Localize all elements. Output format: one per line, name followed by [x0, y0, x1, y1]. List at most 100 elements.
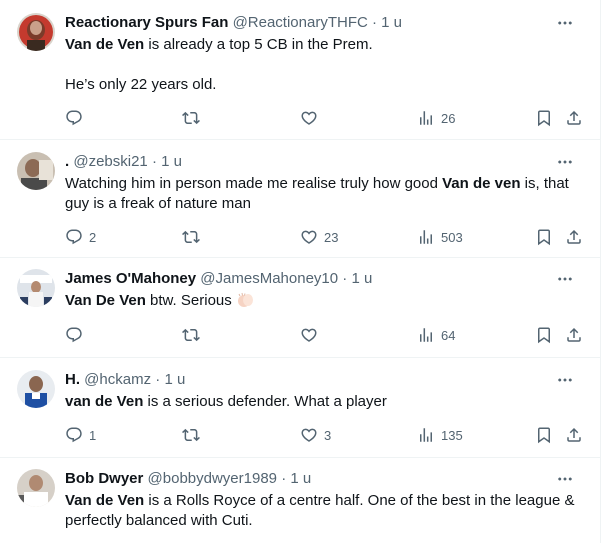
separator-dot: ·	[281, 470, 287, 487]
views-button[interactable]: 135	[417, 424, 463, 446]
share-button[interactable]	[565, 424, 583, 446]
reply-button[interactable]: 2	[65, 226, 96, 248]
tweet-header: H. @hckamz · 1 u	[65, 371, 580, 389]
tweet-hckamz[interactable]: H. @hckamz · 1 u van de Ven is a serious…	[0, 358, 600, 458]
retweet-button[interactable]	[182, 107, 206, 129]
bookmark-button[interactable]	[535, 424, 553, 446]
avatar[interactable]	[17, 269, 55, 307]
display-name[interactable]: Bob Dwyer	[65, 470, 143, 487]
user-handle[interactable]: @zebski21	[73, 153, 147, 170]
view-count: 135	[441, 427, 463, 443]
display-name[interactable]: H.	[65, 371, 80, 388]
retweet-icon	[182, 326, 200, 344]
like-button[interactable]	[300, 324, 324, 346]
avatar[interactable]	[17, 13, 55, 51]
share-button[interactable]	[565, 324, 583, 346]
timestamp[interactable]: 1 u	[381, 14, 402, 31]
reply-count: 1	[89, 427, 97, 443]
action-bar: 1 3 135	[65, 424, 585, 446]
text-fragment: is a Rolls Royce of a centre half. One o…	[144, 492, 575, 509]
action-bar: 2 23 503	[65, 226, 585, 248]
views-button[interactable]: 64	[417, 324, 455, 346]
avatar[interactable]	[17, 469, 55, 507]
text-fragment: is already a top 5 CB in the Prem.	[144, 36, 373, 53]
more-icon[interactable]	[556, 470, 574, 488]
tweet-zebski[interactable]: . @zebski21 · 1 u Watching him in person…	[0, 140, 600, 258]
separator-dot: ·	[151, 153, 157, 170]
text-line: He’s only 22 years old.	[65, 76, 217, 93]
views-button[interactable]: 503	[417, 226, 463, 248]
bookmark-icon	[535, 109, 553, 127]
action-bar: 26	[65, 107, 585, 129]
share-button[interactable]	[565, 226, 583, 248]
tweet-text: Van de Ven is already a top 5 CB in the …	[65, 35, 580, 95]
timestamp[interactable]: 1 u	[161, 153, 182, 170]
user-handle[interactable]: @JamesMahoney10	[200, 270, 338, 287]
reply-icon	[65, 228, 83, 246]
like-button[interactable]: 23	[300, 226, 338, 248]
timestamp[interactable]: 1 u	[290, 470, 311, 487]
view-count: 26	[441, 110, 456, 126]
tweet-jamesmahoney[interactable]: James O'Mahoney @JamesMahoney10 · 1 u Va…	[0, 258, 600, 358]
heart-icon	[300, 426, 318, 444]
tweet-header: Bob Dwyer @bobbydwyer1989 · 1 u	[65, 470, 580, 488]
mention-text: van de Ven	[65, 393, 144, 410]
more-icon[interactable]	[556, 14, 574, 32]
tweet-bobdwyer[interactable]: Bob Dwyer @bobbydwyer1989 · 1 u Van de V…	[0, 458, 600, 543]
more-icon[interactable]	[556, 270, 574, 288]
reply-icon	[65, 426, 83, 444]
retweet-button[interactable]	[182, 226, 206, 248]
timestamp[interactable]: 1 u	[351, 270, 372, 287]
mention-text: Van De Ven	[65, 292, 146, 309]
more-icon[interactable]	[556, 371, 574, 389]
views-button[interactable]: 26	[417, 107, 455, 129]
display-name[interactable]: Reactionary Spurs Fan	[65, 14, 228, 31]
reply-icon	[65, 109, 83, 127]
tweet-text: van de Ven is a serious defender. What a…	[65, 392, 580, 412]
tweet-text: Watching him in person made me realise t…	[65, 174, 580, 214]
retweet-button[interactable]	[182, 424, 206, 446]
tweet-feed: Reactionary Spurs Fan @ReactionaryTHFC ·…	[0, 0, 601, 543]
reply-button[interactable]	[65, 107, 89, 129]
avatar[interactable]	[17, 370, 55, 408]
display-name[interactable]: .	[65, 153, 69, 170]
retweet-icon	[182, 228, 200, 246]
more-icon[interactable]	[556, 153, 574, 171]
avatar[interactable]	[17, 152, 55, 190]
share-icon	[565, 426, 583, 444]
text-fragment: btw. Serious	[145, 292, 236, 309]
heart-icon	[300, 326, 318, 344]
reply-button[interactable]	[65, 324, 89, 346]
mention-text: Van de Ven	[65, 492, 145, 509]
reply-button[interactable]: 1	[65, 424, 96, 446]
tweet-header: . @zebski21 · 1 u	[65, 153, 580, 171]
separator-dot: ·	[155, 371, 161, 388]
view-count: 64	[441, 327, 456, 343]
mention-text: Van de Ven	[65, 36, 145, 53]
views-icon	[417, 109, 435, 127]
bookmark-button[interactable]	[535, 324, 553, 346]
retweet-icon	[182, 109, 200, 127]
text-line: perfectly balanced with Cuti.	[65, 512, 253, 529]
user-handle[interactable]: @hckamz	[84, 371, 151, 388]
text-fragment: Watching him in person made me realise t…	[65, 175, 443, 192]
view-count: 503	[441, 229, 463, 245]
bookmark-icon	[535, 426, 553, 444]
timestamp[interactable]: 1 u	[164, 371, 185, 388]
views-icon	[417, 326, 435, 344]
like-count: 3	[324, 427, 332, 443]
tweet-reactionary[interactable]: Reactionary Spurs Fan @ReactionaryTHFC ·…	[0, 0, 600, 140]
share-button[interactable]	[565, 107, 583, 129]
like-button[interactable]	[300, 107, 324, 129]
separator-dot: ·	[342, 270, 348, 287]
display-name[interactable]: James O'Mahoney	[65, 270, 196, 287]
bookmark-icon	[535, 228, 553, 246]
user-handle[interactable]: @ReactionaryTHFC	[233, 14, 368, 31]
user-handle[interactable]: @bobbydwyer1989	[148, 470, 277, 487]
bookmark-button[interactable]	[535, 107, 553, 129]
like-button[interactable]: 3	[300, 424, 331, 446]
share-icon	[565, 228, 583, 246]
retweet-button[interactable]	[182, 324, 206, 346]
heart-icon	[300, 228, 318, 246]
bookmark-button[interactable]	[535, 226, 553, 248]
